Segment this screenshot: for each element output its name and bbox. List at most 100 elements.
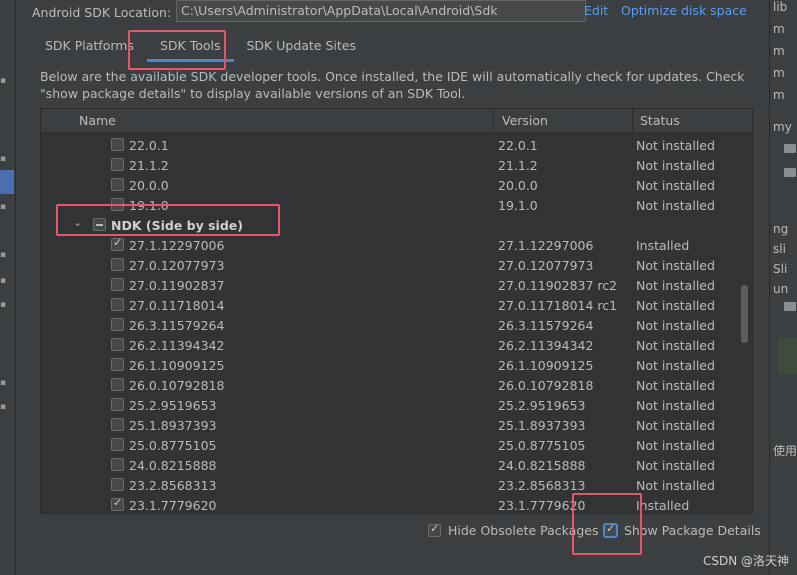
row-version: 27.0.11902837 rc2 [498, 278, 618, 293]
group-row-ndk[interactable]: ⌄ NDK (Side by side) [41, 215, 741, 235]
row-name: 27.0.11902837 [129, 278, 225, 293]
row-checkbox[interactable] [111, 418, 124, 431]
optimize-disk-space-link[interactable]: Optimize disk space [621, 3, 747, 18]
row-name: 26.1.10909125 [129, 358, 225, 373]
table-row[interactable]: 23.2.8568313 23.2.8568313 Not installed [41, 475, 741, 495]
row-checkbox[interactable] [93, 218, 106, 231]
right-panel-item[interactable]: Sli [773, 262, 787, 276]
row-checkbox[interactable] [111, 178, 124, 191]
hide-obsolete-checkbox[interactable] [428, 522, 441, 537]
row-status: Not installed [636, 178, 715, 193]
right-panel-item[interactable]: ng [773, 222, 788, 236]
row-version: 26.2.11394342 [498, 338, 594, 353]
row-checkbox[interactable] [111, 496, 124, 511]
right-panel-highlight [778, 338, 797, 374]
row-checkbox[interactable] [111, 198, 124, 211]
row-name: 27.0.12077973 [129, 258, 225, 273]
table-row[interactable]: 19.1.0 19.1.0 Not installed [41, 195, 741, 215]
row-version: 22.0.1 [498, 138, 538, 153]
right-panel-item[interactable]: m [773, 22, 785, 36]
tab-sdk-update-sites[interactable]: SDK Update Sites [234, 30, 370, 62]
row-status: Not installed [636, 338, 715, 353]
right-panel-item[interactable]: lib [773, 0, 787, 14]
row-version: 20.0.0 [498, 178, 538, 193]
row-checkbox[interactable] [111, 378, 124, 391]
column-header-name[interactable]: Name [79, 113, 116, 128]
row-version: 26.3.11579264 [498, 318, 594, 333]
chevron-down-icon[interactable]: ⌄ [73, 216, 82, 229]
row-checkbox[interactable] [111, 158, 124, 171]
left-tool-strip: ▪ ▪ ▪ ▪ ▪ ▪ ▪ ▪ [0, 0, 16, 575]
column-header-status[interactable]: Status [640, 113, 680, 128]
show-package-details-checkbox[interactable] [604, 522, 617, 537]
row-checkbox[interactable] [111, 358, 124, 371]
right-panel-item[interactable]: my [773, 120, 792, 134]
hide-obsolete-label: Hide Obsolete Packages [448, 523, 599, 538]
row-name: 27.1.12297006 [129, 238, 225, 253]
row-status: Not installed [636, 158, 715, 173]
row-status: Not installed [636, 478, 715, 493]
sdk-location-field[interactable]: C:\Users\Administrator\AppData\Local\And… [176, 0, 586, 22]
right-panel-item[interactable]: m [773, 44, 785, 58]
table-row[interactable]: 23.1.7779620 23.1.7779620 Installed [41, 495, 741, 513]
footer-options: Hide Obsolete Packages Show Package Deta… [16, 520, 769, 542]
row-checkbox[interactable] [111, 258, 124, 271]
row-name: 27.0.11718014 [129, 298, 225, 313]
sdk-location-row: Android SDK Location: [32, 2, 171, 22]
row-checkbox[interactable] [111, 318, 124, 331]
row-name: 25.0.8775105 [129, 438, 217, 453]
right-panel-item[interactable]: m [773, 88, 785, 102]
left-strip-marker-icon: ▪ [0, 300, 7, 310]
table-row[interactable]: 27.0.11718014 27.0.11718014 rc1 Not instal… [41, 295, 741, 315]
row-name: 23.2.8568313 [129, 478, 217, 493]
row-version: 23.2.8568313 [498, 478, 586, 493]
row-name: 20.0.0 [129, 178, 169, 193]
table-row[interactable]: 25.2.9519653 25.2.9519653 Not installed [41, 395, 741, 415]
row-checkbox[interactable] [111, 458, 124, 471]
row-version: 27.0.11718014 rc1 [498, 298, 618, 313]
right-panel-item[interactable]: sli [773, 242, 786, 256]
table-row[interactable]: 25.1.8937393 25.1.8937393 Not installed [41, 415, 741, 435]
table-row[interactable]: 26.2.11394342 26.2.11394342 Not installed [41, 335, 741, 355]
table-row[interactable]: 27.1.12297006 27.1.12297006 Installed [41, 235, 741, 255]
sdk-manager-dialog: Android SDK Location: C:\Users\Administr… [16, 0, 769, 575]
row-checkbox[interactable] [111, 278, 124, 291]
row-checkbox[interactable] [111, 138, 124, 151]
row-name: 25.2.9519653 [129, 398, 217, 413]
folder-icon [784, 302, 796, 311]
sdk-tools-table: Name Version Status 22.0.1 22.0.1 Not inst… [40, 108, 753, 514]
row-status: Not installed [636, 438, 715, 453]
table-row[interactable]: 21.1.2 21.1.2 Not installed [41, 155, 741, 175]
table-scrollbar[interactable] [741, 285, 748, 343]
row-checkbox[interactable] [111, 398, 124, 411]
table-row[interactable]: 26.3.11579264 26.3.11579264 Not installed [41, 315, 741, 335]
tab-sdk-platforms[interactable]: SDK Platforms [32, 30, 147, 62]
row-name: 26.3.11579264 [129, 318, 225, 333]
table-row[interactable]: 24.0.8215888 24.0.8215888 Not installed [41, 455, 741, 475]
row-checkbox[interactable] [111, 298, 124, 311]
table-row[interactable]: 20.0.0 20.0.0 Not installed [41, 175, 741, 195]
left-strip-marker-icon: ▪ [0, 250, 7, 260]
sdk-location-label: Android SDK Location: [32, 4, 172, 20]
table-row[interactable]: 25.0.8775105 25.0.8775105 Not installed [41, 435, 741, 455]
table-row[interactable]: 26.1.10909125 26.1.10909125 Not installed [41, 355, 741, 375]
edit-link[interactable]: Edit [584, 3, 608, 18]
row-version: 21.1.2 [498, 158, 538, 173]
left-strip-marker-icon: ▪ [0, 154, 7, 164]
table-row[interactable]: 27.0.11902837 27.0.11902837 rc2 Not instal… [41, 275, 741, 295]
column-header-version[interactable]: Version [502, 113, 548, 128]
table-row[interactable]: 27.0.12077973 27.0.12077973 Not installed [41, 255, 741, 275]
right-panel-item[interactable]: un [773, 282, 788, 296]
tab-sdk-tools[interactable]: SDK Tools [146, 30, 234, 62]
right-panel-item[interactable]: m [773, 66, 785, 80]
left-strip-selection [0, 170, 14, 194]
row-checkbox[interactable] [111, 478, 124, 491]
row-name: 19.1.0 [129, 198, 169, 213]
row-checkbox[interactable] [111, 236, 124, 251]
row-version: 23.1.7779620 [498, 498, 586, 513]
row-checkbox[interactable] [111, 338, 124, 351]
row-checkbox[interactable] [111, 438, 124, 451]
table-row[interactable]: 22.0.1 22.0.1 Not installed [41, 135, 741, 155]
row-status: Not installed [636, 258, 715, 273]
table-row[interactable]: 26.0.10792818 26.0.10792818 Not installed [41, 375, 741, 395]
